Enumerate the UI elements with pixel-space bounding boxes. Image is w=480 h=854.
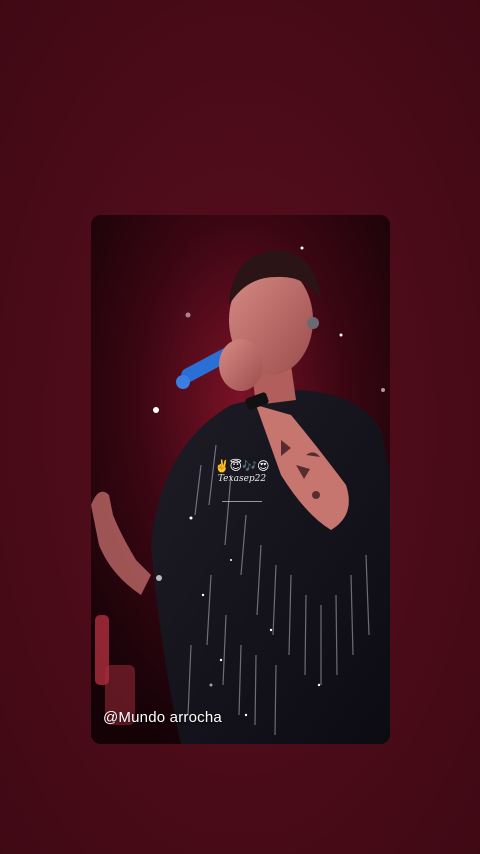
story-screen: ✌️😇🎶😍 Texasep22 @Mundo arrocha bbox=[0, 0, 480, 854]
emoji-sticker[interactable]: ✌️😇🎶😍 Texasep22 bbox=[211, 459, 273, 502]
in-ear-monitor bbox=[307, 317, 319, 329]
sticker-signature: Texasep22 bbox=[217, 474, 267, 484]
story-media-card[interactable]: ✌️😇🎶😍 Texasep22 @Mundo arrocha bbox=[91, 215, 390, 744]
watermark-username: @Mundo arrocha bbox=[103, 709, 222, 726]
sticker-emojis: ✌️😇🎶😍 bbox=[214, 459, 270, 473]
sticker-divider bbox=[222, 501, 262, 502]
performer-hand-mic bbox=[219, 339, 263, 391]
